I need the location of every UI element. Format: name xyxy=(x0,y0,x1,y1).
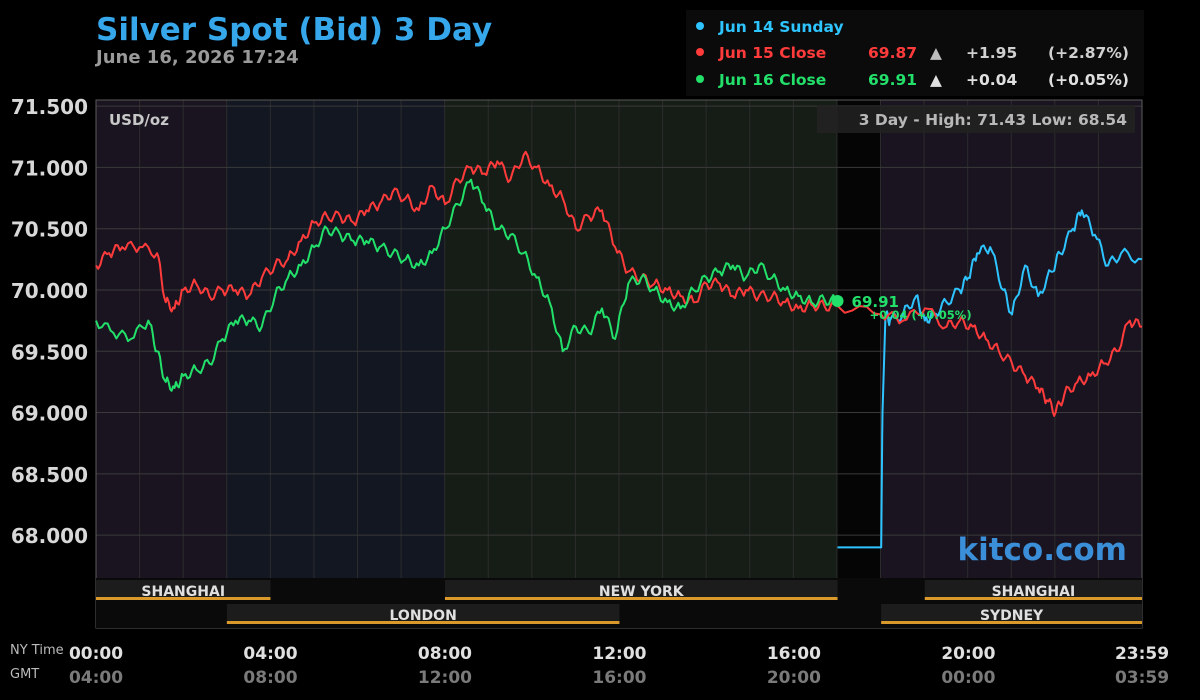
legend-pct-jun16: (+0.05%) xyxy=(1048,71,1129,89)
session-label: NEW YORK xyxy=(599,584,685,600)
session-label: SHANGHAI xyxy=(141,584,225,600)
chart-title: Silver Spot (Bid) 3 Day xyxy=(96,12,492,48)
kitco-watermark: kitco.com xyxy=(958,532,1128,568)
y-tick-label: 70.500 xyxy=(11,218,88,242)
x-tick-label-gmt: 20:00 xyxy=(767,668,821,688)
legend-dot-jun14 xyxy=(696,22,704,30)
legend-dot-jun15 xyxy=(696,48,704,56)
y-tick-label: 71.500 xyxy=(11,95,88,119)
range-text: 3 Day - High: 71.43 Low: 68.54 xyxy=(859,111,1127,129)
x-tick-label-ny: 12:00 xyxy=(592,644,646,664)
x-tick-label-ny: 08:00 xyxy=(418,644,472,664)
x-tick-label-gmt: 16:00 xyxy=(592,668,646,688)
chart-timestamp: June 16, 2026 17:24 xyxy=(94,47,299,68)
session-band-2 xyxy=(444,100,838,578)
x-tick-label-gmt: 12:00 xyxy=(418,668,472,688)
legend-change-jun15: +1.95 xyxy=(966,44,1017,62)
x-tick-label-gmt: 04:00 xyxy=(69,668,123,688)
x-tick-label-gmt: 00:00 xyxy=(941,668,995,688)
x-tick-label-ny: 20:00 xyxy=(941,644,995,664)
legend-price-jun16: 69.91 xyxy=(868,71,917,89)
legend-label-jun15: Jun 15 Close xyxy=(718,44,826,62)
x-tick-label-ny: 00:00 xyxy=(69,644,123,664)
legend-label-jun16: Jun 16 Close xyxy=(718,71,826,89)
y-tick-label: 69.500 xyxy=(11,340,88,364)
chart-page: SHANGHAI NEW YORK SHANGHAI LONDON SYDNEY 71.… xyxy=(0,0,1200,695)
y-tick-label: 70.000 xyxy=(11,279,88,303)
ny-time-label: NY Time xyxy=(10,643,64,658)
legend-price-jun15: 69.87 xyxy=(868,44,917,62)
gmt-label: GMT xyxy=(10,667,39,682)
price-chart: SHANGHAI NEW YORK SHANGHAI LONDON SYDNEY 71.… xyxy=(10,10,1169,688)
legend-label-jun14: Jun 14 Sunday xyxy=(718,18,844,36)
session-label: SHANGHAI xyxy=(992,584,1076,600)
x-tick-label-ny: 04:00 xyxy=(243,644,297,664)
x-tick-label-ny: 23:59 xyxy=(1115,644,1169,664)
legend-arrow-jun16: ▲ xyxy=(930,71,942,89)
legend-box: Jun 14 Sunday Jun 15 Close 69.87 ▲ +1.95… xyxy=(686,10,1144,96)
session-label: SYDNEY xyxy=(980,608,1044,624)
y-tick-label: 71.000 xyxy=(11,156,88,180)
legend-change-jun16: +0.04 xyxy=(966,71,1017,89)
x-tick-label-ny: 16:00 xyxy=(767,644,821,664)
unit-label: USD/oz xyxy=(109,111,169,129)
legend-arrow-jun15: ▲ xyxy=(930,44,942,62)
x-tick-label-gmt: 03:59 xyxy=(1115,668,1169,688)
legend-pct-jun15: (+2.87%) xyxy=(1048,44,1129,62)
session-bars: SHANGHAI NEW YORK SHANGHAI LONDON SYDNEY xyxy=(96,578,1142,628)
session-band-1 xyxy=(226,100,445,578)
legend-dot-jun16 xyxy=(696,75,704,83)
last-change-label: +0.04 (+0.05%) xyxy=(870,308,972,322)
x-tick-label-gmt: 08:00 xyxy=(243,668,297,688)
y-tick-label: 68.000 xyxy=(11,524,88,548)
session-label: LONDON xyxy=(390,608,457,624)
y-tick-label: 69.000 xyxy=(11,402,88,426)
session-band-3 xyxy=(837,100,882,578)
y-tick-label: 68.500 xyxy=(11,463,88,487)
last-price-dot xyxy=(831,295,844,308)
